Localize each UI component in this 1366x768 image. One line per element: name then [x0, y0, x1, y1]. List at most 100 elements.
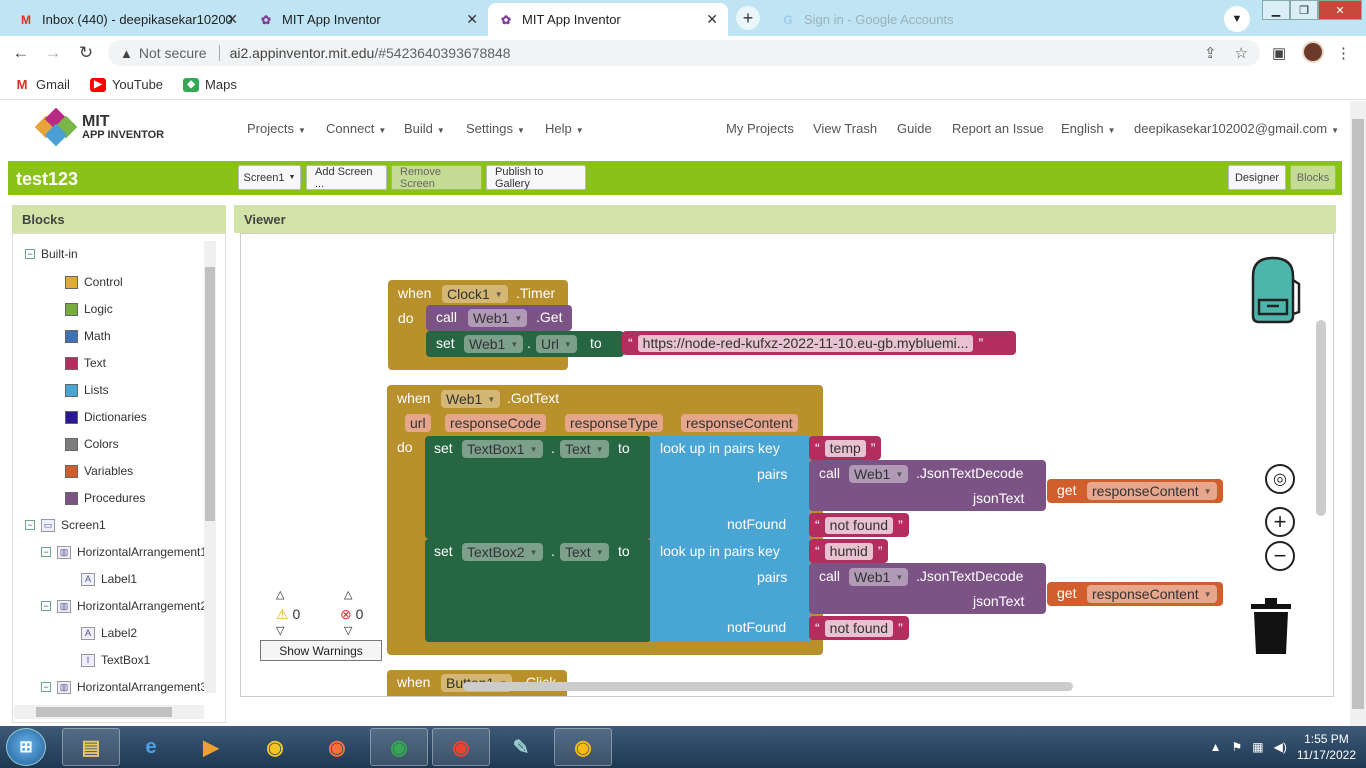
menu-language[interactable]: English ▼ — [1061, 121, 1116, 136]
url-field[interactable]: ▲ Not secure ai2.appinventor.mit.edu /#5… — [108, 40, 1260, 66]
tree-procedures[interactable]: Procedures — [65, 491, 145, 505]
tree-textbox1[interactable]: I TextBox1 — [81, 653, 150, 667]
file-explorer-icon[interactable]: ▤ — [62, 728, 120, 766]
url-text-block[interactable]: “https://node-red-kufxz-2022-11-10.eu-gb… — [622, 331, 1016, 355]
tab-gmail[interactable]: M Inbox (440) - deepikasekar102002 ✕ — [8, 3, 248, 36]
text-block-not-found-1[interactable]: “not found” — [809, 513, 909, 537]
blocks-button[interactable]: Blocks — [1290, 165, 1336, 190]
web1-dropdown[interactable]: Web1 ▼ — [849, 568, 909, 586]
text-property-dropdown[interactable]: Text ▼ — [560, 543, 609, 561]
tree-text[interactable]: Text — [65, 356, 106, 370]
collapse-icon[interactable]: − — [41, 547, 51, 557]
workspace-vscrollbar[interactable] — [1316, 320, 1326, 516]
lookup-pairs-block-2[interactable]: look up in pairs key pairs notFound — [650, 539, 810, 642]
warning-up-arrow[interactable]: △ — [276, 588, 284, 601]
menu-build[interactable]: Build ▼ — [404, 121, 445, 136]
mit-app-inventor-logo[interactable]: MIT APP INVENTOR — [34, 107, 164, 147]
maximize-button[interactable]: ❐ — [1290, 0, 1318, 20]
workspace-hscrollbar[interactable] — [463, 682, 1073, 691]
call-json-decode-block-2[interactable]: call Web1 ▼ .JsonTextDecode jsonText — [809, 563, 1046, 614]
tree-label1[interactable]: A Label1 — [81, 572, 137, 586]
tree-label2[interactable]: A Label2 — [81, 626, 137, 640]
error-up-arrow[interactable]: △ — [344, 588, 352, 601]
zoom-out-icon[interactable]: − — [1265, 541, 1295, 571]
blocks-tree-scrollbar[interactable] — [204, 241, 216, 693]
blocks-workspace[interactable]: when Clock1 ▼ .Timer do call Web1 ▼ .Get s… — [240, 233, 1334, 697]
chrome-profile-icon[interactable]: ◉ — [432, 728, 490, 766]
tree-ha2[interactable]: − ▥ HorizontalArrangement2 — [41, 599, 207, 613]
tree-variables[interactable]: Variables — [65, 464, 133, 478]
zoom-in-icon[interactable]: + — [1265, 507, 1295, 537]
chrome-window-icon[interactable]: ◉ — [370, 728, 428, 766]
new-tab-button[interactable]: + — [736, 6, 760, 30]
collapse-icon[interactable]: − — [41, 601, 51, 611]
tree-logic[interactable]: Logic — [65, 302, 113, 316]
profile-avatar[interactable] — [1302, 41, 1324, 63]
url-text-value[interactable]: https://node-red-kufxz-2022-11-10.eu-gb.… — [637, 334, 974, 352]
side-panel-icon[interactable]: ▣ — [1272, 44, 1286, 62]
start-button[interactable]: ⊞ — [6, 728, 46, 766]
menu-connect[interactable]: Connect ▼ — [326, 121, 386, 136]
web1-dropdown[interactable]: Web1 ▼ — [468, 309, 528, 327]
clock[interactable]: 1:55 PM 11/17/2022 — [1297, 731, 1356, 763]
set-web1-url-block[interactable]: set Web1 ▼ . Url ▼ to — [426, 331, 624, 357]
text-block-humid[interactable]: “humid” — [809, 539, 889, 563]
link-guide[interactable]: Guide — [897, 121, 932, 136]
network-icon[interactable]: ▦ — [1252, 740, 1263, 754]
variable-dropdown[interactable]: responseContent ▼ — [1087, 585, 1217, 603]
share-icon[interactable]: ⇪ — [1204, 44, 1217, 62]
web1-dropdown[interactable]: Web1 ▼ — [441, 390, 501, 408]
tree-colors[interactable]: Colors — [65, 437, 119, 451]
minimize-button[interactable]: ▁ — [1262, 0, 1290, 20]
forward-icon[interactable]: → — [42, 42, 64, 64]
volume-icon[interactable]: ◀) — [1274, 740, 1287, 754]
get-response-content-block-2[interactable]: get responseContent ▼ — [1047, 582, 1223, 606]
link-report-issue[interactable]: Report an Issue — [952, 121, 1044, 136]
menu-icon[interactable]: ⋮ — [1336, 44, 1351, 62]
backpack-icon[interactable] — [1239, 254, 1307, 324]
notfound-value[interactable]: not found — [824, 516, 894, 534]
add-screen-button[interactable]: Add Screen ... — [306, 165, 387, 190]
text-property-dropdown[interactable]: Text ▼ — [560, 440, 609, 458]
blocks-tree-hscrollbar[interactable] — [14, 705, 204, 719]
key-value[interactable]: humid — [824, 542, 873, 560]
menu-account[interactable]: deepikasekar102002@gmail.com ▼ — [1134, 121, 1339, 136]
warning-down-arrow[interactable]: ▽ — [276, 624, 284, 637]
tree-lists[interactable]: Lists — [65, 383, 109, 397]
get-response-content-block-1[interactable]: get responseContent ▼ — [1047, 479, 1223, 503]
param-response-content[interactable]: responseContent — [681, 414, 798, 432]
clock1-dropdown[interactable]: Clock1 ▼ — [442, 285, 508, 303]
error-down-arrow[interactable]: ▽ — [344, 624, 352, 637]
page-scrollbar[interactable] — [1350, 101, 1366, 726]
tray-expand-icon[interactable]: ▲ — [1210, 740, 1222, 754]
menu-settings[interactable]: Settings ▼ — [466, 121, 525, 136]
back-icon[interactable]: ← — [10, 42, 32, 64]
publish-gallery-button[interactable]: Publish to Gallery — [486, 165, 586, 190]
key-value[interactable]: temp — [824, 439, 866, 457]
close-tab-icon[interactable]: ✕ — [226, 11, 238, 28]
firefox-icon[interactable]: ◉ — [308, 728, 366, 766]
tree-math[interactable]: Math — [65, 329, 111, 343]
notfound-value[interactable]: not found — [824, 619, 894, 637]
text-block-not-found-2[interactable]: “not found” — [809, 616, 909, 640]
designer-button[interactable]: Designer — [1228, 165, 1286, 190]
link-my-projects[interactable]: My Projects — [726, 121, 794, 136]
scroll-thumb[interactable] — [36, 707, 172, 717]
set-textbox2-text-block[interactable]: set TextBox2 ▼ . Text ▼ to — [425, 539, 651, 642]
param-url[interactable]: url — [405, 414, 431, 432]
close-tab-icon[interactable]: ✕ — [466, 11, 478, 28]
tab-google-signin[interactable]: G Sign in - Google Accounts — [770, 3, 1000, 36]
tree-builtin[interactable]: − Built-in — [25, 247, 78, 261]
chrome-icon[interactable]: ◉ — [246, 728, 304, 766]
call-json-decode-block-1[interactable]: call Web1 ▼ .JsonTextDecode jsonText — [809, 460, 1046, 511]
bookmark-star-icon[interactable]: ☆ — [1235, 44, 1248, 62]
web1-dropdown[interactable]: Web1 ▼ — [849, 465, 909, 483]
param-response-code[interactable]: responseCode — [445, 414, 547, 432]
close-tab-icon[interactable]: ✕ — [706, 11, 718, 28]
screen-select[interactable]: Screen1 ▼ — [238, 165, 301, 190]
collapse-icon[interactable]: − — [25, 249, 35, 259]
paint-icon[interactable]: ✎ — [492, 728, 550, 766]
bookmark-maps[interactable]: ◆ Maps — [183, 77, 237, 92]
tree-ha3[interactable]: − ▥ HorizontalArrangement3 — [41, 680, 207, 694]
tab-app-inventor-2[interactable]: ✿ MIT App Inventor ✕ — [488, 3, 728, 36]
